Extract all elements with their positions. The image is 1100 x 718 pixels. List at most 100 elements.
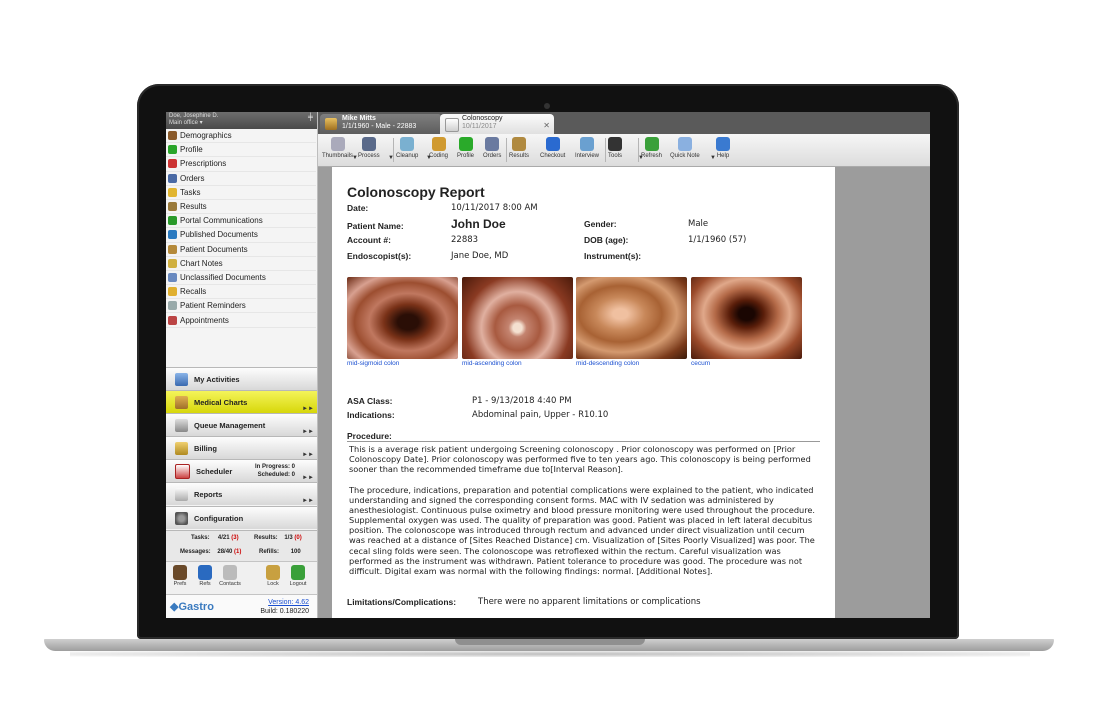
logout-button[interactable]: Logout bbox=[287, 565, 309, 587]
endoscopy-image[interactable] bbox=[462, 277, 573, 359]
refs-button[interactable]: Refs bbox=[194, 565, 216, 587]
interview-icon bbox=[580, 137, 594, 151]
toolbar-interview-button[interactable]: Interview bbox=[575, 137, 599, 159]
calendar-15-icon bbox=[175, 463, 190, 479]
toolbar-label: Interview bbox=[575, 153, 600, 159]
module-queue-management[interactable]: Queue Management ►► bbox=[166, 413, 317, 436]
laptop-notch bbox=[455, 639, 645, 645]
expand-arrow-icon[interactable]: ►► bbox=[302, 452, 314, 458]
tools-icon bbox=[608, 137, 622, 151]
folder-icon bbox=[168, 187, 177, 197]
tasks-stat[interactable]: Tasks: 4/21 (3) bbox=[191, 535, 239, 541]
sidebar-item-profile[interactable]: Profile bbox=[166, 143, 316, 158]
lock-button[interactable]: Lock bbox=[262, 565, 284, 587]
toolbar-checkout-button[interactable]: Checkout bbox=[540, 137, 565, 159]
asa-label: ASA Class: bbox=[347, 396, 393, 406]
toolbar-coding-button[interactable]: Coding bbox=[429, 137, 448, 159]
report-toolbar: Thumbnails ▼ Process ▼ Cleanup ▼ Coding Profile… bbox=[318, 134, 930, 167]
module-my-activities[interactable]: My Activities bbox=[166, 367, 317, 390]
toolbar-orders-button[interactable]: Orders bbox=[483, 137, 501, 159]
office-selector[interactable]: Main office ▾ bbox=[169, 120, 314, 127]
sidebar-item-chart-notes[interactable]: Chart Notes bbox=[166, 257, 316, 271]
expand-arrow-icon[interactable]: ►► bbox=[302, 475, 314, 481]
tab-colonoscopy[interactable]: Colonoscopy 10/11/2017 ✕ bbox=[440, 114, 554, 134]
pin-icon[interactable]: ╪ bbox=[308, 114, 313, 121]
limitations-value: There were no apparent limitations or co… bbox=[478, 597, 701, 607]
toolbar-quick-note-button[interactable]: Quick Note bbox=[670, 137, 700, 159]
sidebar-item-label: Demographics bbox=[180, 131, 232, 141]
sidebar-item-label: Results bbox=[180, 202, 207, 212]
sidebar-item-patient-documents[interactable]: Patient Documents bbox=[166, 243, 316, 257]
help-icon bbox=[716, 137, 730, 151]
endoscopy-image[interactable] bbox=[576, 277, 687, 359]
sidebar-item-unclassified-documents[interactable]: Unclassified Documents bbox=[166, 271, 316, 286]
calendar-icon bbox=[168, 315, 177, 325]
patient-tabs: Mike Mitts 1/1/1960 - Male - 22883 Colon… bbox=[318, 112, 930, 134]
report-icon bbox=[175, 487, 188, 501]
module-reports[interactable]: Reports ►► bbox=[166, 482, 317, 505]
module-configuration[interactable]: Configuration bbox=[166, 506, 317, 529]
tool-label: Logout bbox=[289, 581, 307, 587]
messages-stat[interactable]: Messages: 28/40 (1) bbox=[180, 549, 241, 555]
toolbar-help-button[interactable]: Help bbox=[716, 137, 730, 159]
sidebar-item-demographics[interactable]: Demographics bbox=[166, 129, 316, 144]
webcam bbox=[544, 103, 550, 109]
patient-name-value: John Doe bbox=[451, 217, 506, 231]
sidebar-item-portal-communications[interactable]: Portal Communications bbox=[166, 214, 316, 229]
in-progress-count: In Progress: 0 bbox=[254, 464, 295, 470]
sidebar-item-recalls[interactable]: Recalls bbox=[166, 285, 316, 300]
expand-arrow-icon[interactable]: ►► bbox=[302, 406, 314, 412]
module-scheduler[interactable]: Scheduler In Progress: 0 Scheduled: 0 ►► bbox=[166, 459, 317, 482]
document-viewer[interactable]: Colonoscopy Report Date: 10/11/2017 8:00… bbox=[318, 167, 930, 618]
results-icon bbox=[512, 137, 526, 151]
note-icon bbox=[168, 258, 177, 268]
expand-arrow-icon[interactable]: ►► bbox=[302, 498, 314, 504]
report-page: Colonoscopy Report Date: 10/11/2017 8:00… bbox=[332, 167, 835, 618]
toolbar-tools-button[interactable]: Tools bbox=[608, 137, 622, 159]
image-caption: cecum bbox=[691, 360, 711, 367]
toolbar-profile-button[interactable]: Profile bbox=[457, 137, 474, 159]
laptop-shadow bbox=[70, 651, 1030, 657]
money-icon bbox=[175, 441, 188, 455]
sidebar-item-prescriptions[interactable]: Prescriptions bbox=[166, 157, 316, 172]
contacts-button[interactable]: Contacts bbox=[219, 565, 241, 587]
tab-title: Colonoscopy bbox=[462, 115, 503, 122]
toolbar-refresh-button[interactable]: Refresh bbox=[641, 137, 662, 159]
sidebar-item-appointments[interactable]: Appointments bbox=[166, 313, 316, 328]
toolbar-label: Help bbox=[716, 153, 730, 159]
user-header[interactable]: Doe, Josephine D. Main office ▾ ╪ bbox=[166, 112, 317, 129]
expand-arrow-icon[interactable]: ►► bbox=[302, 429, 314, 435]
sidebar-item-orders[interactable]: Orders bbox=[166, 172, 316, 186]
module-label: Billing bbox=[194, 443, 217, 453]
image-caption: mid-descending colon bbox=[576, 360, 640, 367]
endoscopist-label: Endoscopist(s): bbox=[347, 251, 412, 261]
sidebar-item-patient-reminders[interactable]: Patient Reminders bbox=[166, 299, 316, 314]
sidebar-item-results[interactable]: Results bbox=[166, 200, 316, 215]
module-label: Scheduler bbox=[196, 466, 233, 476]
prefs-button[interactable]: Prefs bbox=[169, 565, 191, 587]
toolbar-process-button[interactable]: Process bbox=[358, 137, 380, 159]
indications-label: Indications: bbox=[347, 410, 395, 420]
toolbar-label: Coding bbox=[429, 153, 449, 159]
module-label: Configuration bbox=[194, 513, 244, 523]
module-medical-charts[interactable]: Medical Charts ►► bbox=[166, 390, 317, 413]
module-billing[interactable]: Billing ►► bbox=[166, 436, 317, 459]
sidebar-item-tasks[interactable]: Tasks bbox=[166, 186, 316, 200]
version-link[interactable]: Version: 4.62 bbox=[268, 599, 309, 606]
procedure-label: Procedure: bbox=[347, 431, 392, 441]
results-stat[interactable]: Results: 1/3 (0) bbox=[254, 535, 302, 541]
endoscopy-image[interactable] bbox=[347, 277, 458, 359]
module-label: Reports bbox=[194, 489, 223, 499]
close-icon[interactable]: ✕ bbox=[543, 122, 550, 130]
tab-subtitle: 10/11/2017 bbox=[462, 123, 497, 130]
sidebar-item-published-documents[interactable]: Published Documents bbox=[166, 228, 316, 243]
sidebar-item-label: Prescriptions bbox=[180, 159, 227, 169]
toolbar-cleanup-button[interactable]: Cleanup bbox=[396, 137, 418, 159]
tab-patient[interactable]: Mike Mitts 1/1/1960 - Male - 22883 bbox=[320, 114, 442, 134]
toolbar-thumbnails-button[interactable]: Thumbnails bbox=[322, 137, 353, 159]
coding-icon bbox=[431, 137, 446, 151]
toolbar-results-button[interactable]: Results bbox=[509, 137, 529, 159]
queue-icon bbox=[175, 418, 188, 432]
endoscopy-image[interactable] bbox=[691, 277, 802, 359]
refills-stat[interactable]: Refills: 100 bbox=[259, 549, 301, 555]
